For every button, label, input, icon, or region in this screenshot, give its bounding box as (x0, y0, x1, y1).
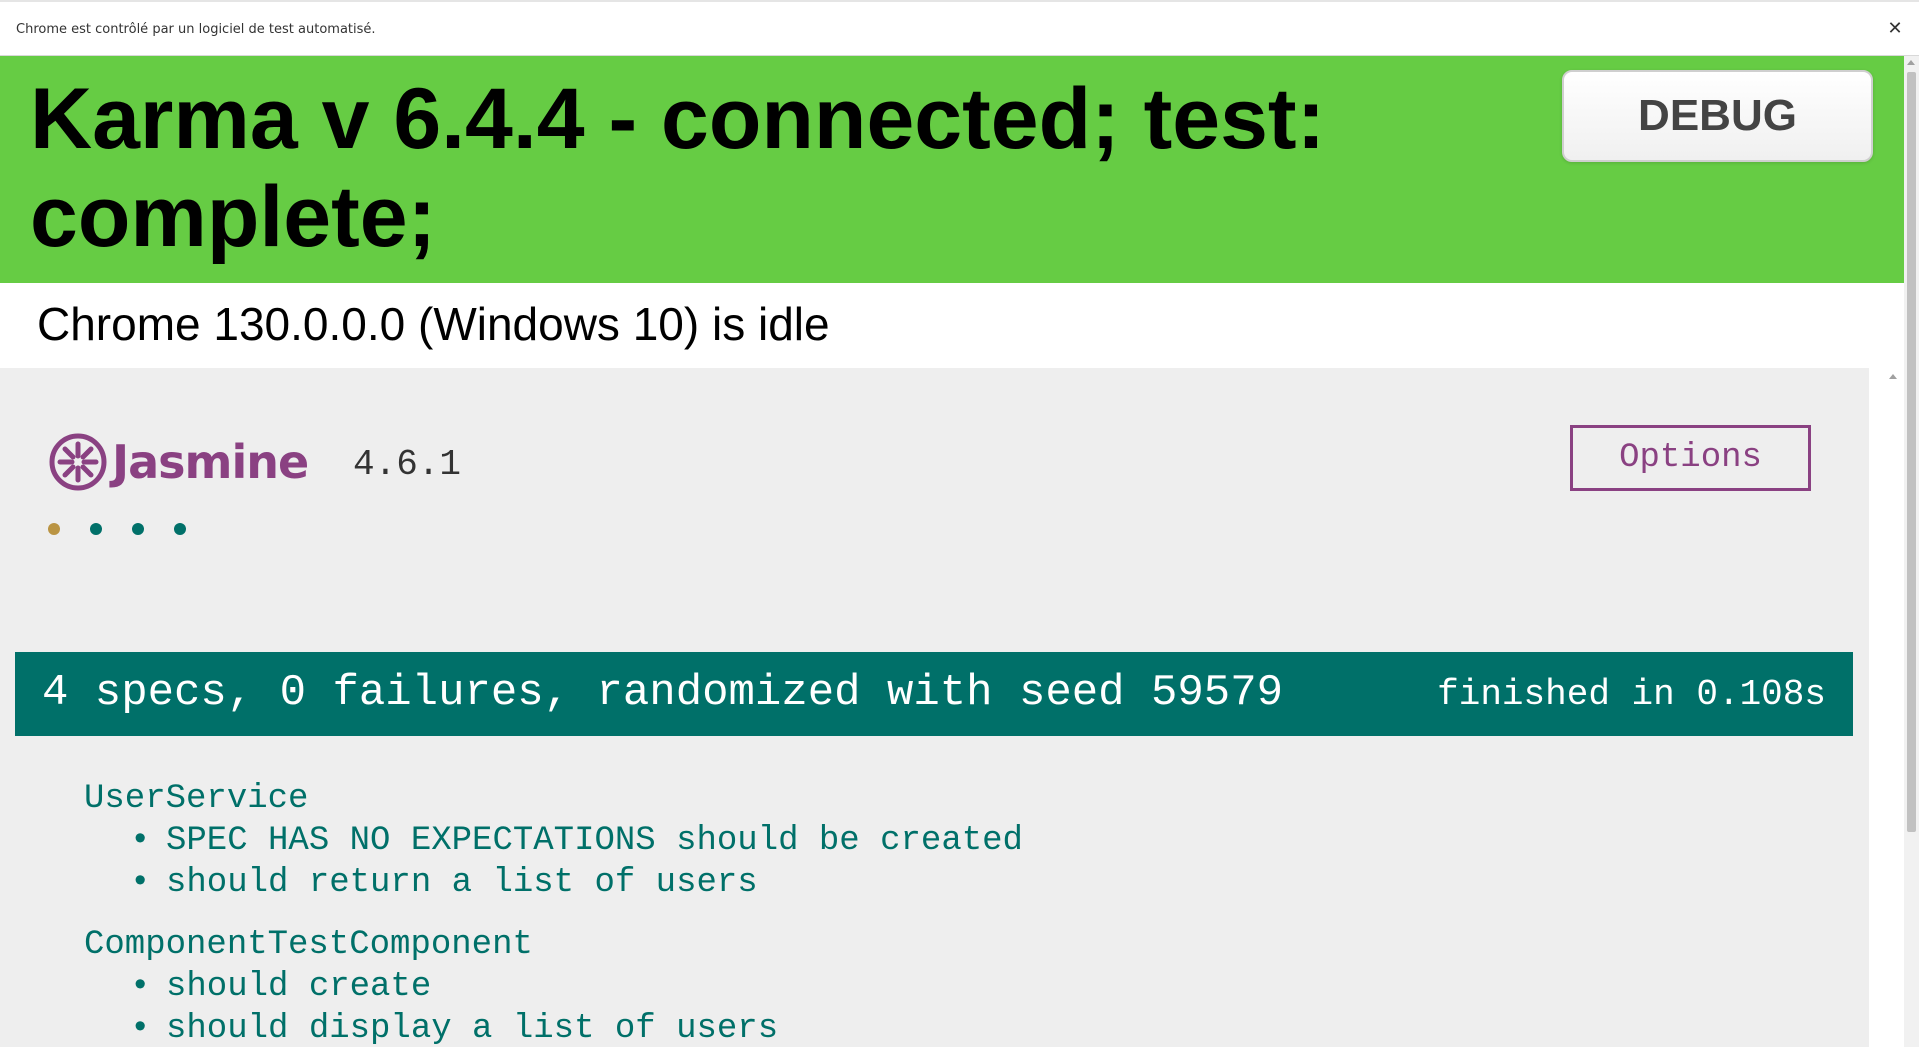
spec-item: • SPEC HAS NO EXPECTATIONS should be crea… (130, 820, 1023, 862)
bullet-icon: • (130, 1010, 151, 1047)
spec-name-link[interactable]: should create (166, 968, 431, 1006)
infobar-message: Chrome est contrôlé par un logiciel de t… (16, 22, 376, 37)
jasmine-version: 4.6.1 (353, 444, 462, 485)
suite-name-link[interactable]: UserService (84, 778, 1023, 820)
inner-scrollbar[interactable] (1869, 368, 1904, 1047)
page-viewport: Karma v 6.4.4 - connected; test: complet… (0, 56, 1904, 1047)
debug-button[interactable]: DEBUG (1562, 70, 1873, 162)
summary-text[interactable]: 4 specs, 0 failures, randomized with see… (42, 668, 1283, 718)
spec-dot-passed[interactable] (174, 523, 186, 535)
spec-name-link[interactable]: should display a list of users (166, 1010, 778, 1047)
suite-name-link[interactable]: ComponentTestComponent (84, 924, 1023, 966)
duration-text: finished in 0.108s (1437, 674, 1826, 715)
scroll-up-arrow-icon[interactable] (1907, 60, 1915, 65)
spec-name-link[interactable]: should return a list of users (166, 864, 758, 902)
spec-name-link[interactable]: SPEC HAS NO EXPECTATIONS should be creat… (166, 822, 1023, 860)
karma-status-title: Karma v 6.4.4 - connected; test: complet… (30, 71, 1326, 265)
scroll-up-arrow-icon[interactable] (1889, 374, 1897, 379)
bullet-icon: • (130, 822, 151, 860)
suite: ComponentTestComponent • should create • sho… (84, 924, 1023, 1047)
suite: UserService • SPEC HAS NO EXPECTATIONS sho… (84, 778, 1023, 904)
spec-dot-passed[interactable] (90, 523, 102, 535)
karma-status-banner: Karma v 6.4.4 - connected; test: complet… (0, 56, 1904, 283)
spec-results: UserService • SPEC HAS NO EXPECTATIONS sho… (84, 778, 1023, 1047)
spec-dot-passed[interactable] (132, 523, 144, 535)
page-scrollbar[interactable] (1904, 56, 1919, 1047)
browser-status: Chrome 130.0.0.0 (Windows 10) is idle (37, 298, 830, 350)
jasmine-wordmark: Jasmine (112, 435, 309, 489)
jasmine-reporter: Jasmine 4.6.1 Options 4 specs, 0 failure… (0, 368, 1869, 1047)
spec-status-dots (48, 523, 186, 535)
scrollbar-thumb[interactable] (1907, 72, 1916, 832)
bullet-icon: • (130, 864, 151, 902)
spec-dot-pending[interactable] (48, 523, 60, 535)
summary-bar: 4 specs, 0 failures, randomized with see… (15, 652, 1853, 736)
close-icon[interactable]: ✕ (1883, 17, 1907, 41)
bullet-icon: • (130, 968, 151, 1006)
jasmine-logo[interactable]: Jasmine (48, 432, 309, 492)
spec-item: • should display a list of users (130, 1008, 1023, 1047)
options-button[interactable]: Options (1570, 425, 1811, 491)
jasmine-flower-icon (49, 433, 107, 491)
automation-infobar: Chrome est contrôlé par un logiciel de t… (0, 0, 1919, 56)
spec-item: • should return a list of users (130, 862, 1023, 904)
spec-item: • should create (130, 966, 1023, 1008)
